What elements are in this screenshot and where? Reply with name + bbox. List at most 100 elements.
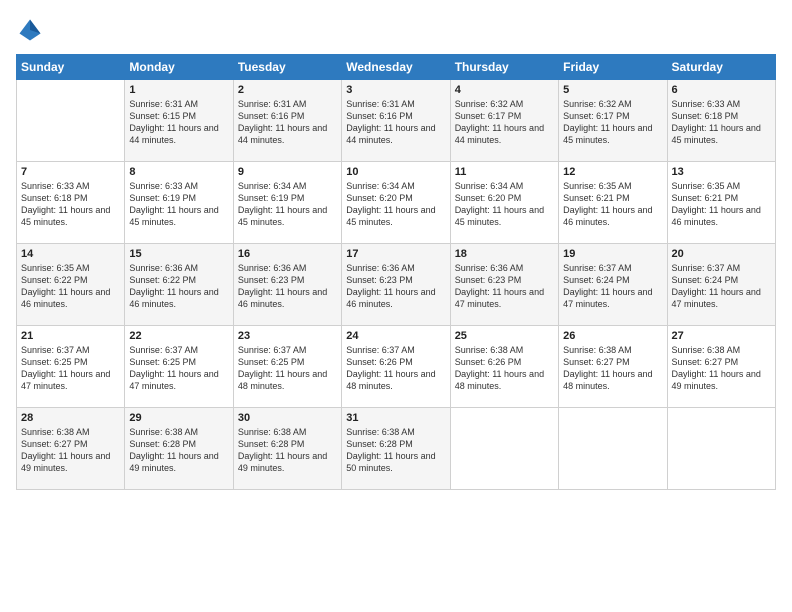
cell-info: Sunrise: 6:37 AM Sunset: 6:25 PM Dayligh…	[238, 344, 337, 393]
cell-info: Sunrise: 6:38 AM Sunset: 6:27 PM Dayligh…	[563, 344, 662, 393]
header	[16, 16, 776, 44]
cell-info: Sunrise: 6:35 AM Sunset: 6:21 PM Dayligh…	[672, 180, 771, 229]
page: SundayMondayTuesdayWednesdayThursdayFrid…	[0, 0, 792, 612]
day-number: 4	[455, 84, 554, 96]
calendar-cell: 12Sunrise: 6:35 AM Sunset: 6:21 PM Dayli…	[559, 162, 667, 244]
day-number: 13	[672, 166, 771, 178]
calendar-cell: 14 Sunrise: 6:35 AM Sunset: 6:22 PM Dayli…	[17, 244, 125, 326]
calendar-cell: 8 Sunrise: 6:33 AM Sunset: 6:19 PM Daylig…	[125, 162, 233, 244]
day-number: 25	[455, 330, 554, 342]
day-number: 15	[129, 248, 228, 260]
cell-info: Sunrise: 6:36 AM Sunset: 6:23 PM Dayligh…	[455, 262, 554, 311]
cell-info: Sunrise: 6:32 AM Sunset: 6:17 PM Dayligh…	[563, 98, 662, 147]
cell-info: Sunrise: 6:33 AM Sunset: 6:18 PM Dayligh…	[672, 98, 771, 147]
cell-info: Sunrise: 6:38 AM Sunset: 6:28 PM Dayligh…	[129, 426, 228, 475]
day-number: 29	[129, 412, 228, 424]
day-number: 5	[563, 84, 662, 96]
calendar-cell: 25Sunrise: 6:38 AM Sunset: 6:26 PM Dayli…	[450, 326, 558, 408]
calendar-cell	[667, 408, 775, 490]
calendar-cell: 24 Sunrise: 6:37 AM Sunset: 6:26 PM Dayli…	[342, 326, 450, 408]
day-number: 2	[238, 84, 337, 96]
calendar-cell: 10 Sunrise: 6:34 AM Sunset: 6:20 PM Dayli…	[342, 162, 450, 244]
cell-info: Sunrise: 6:37 AM Sunset: 6:26 PM Dayligh…	[346, 344, 445, 393]
cell-info: Sunrise: 6:36 AM Sunset: 6:23 PM Dayligh…	[346, 262, 445, 311]
calendar-cell: 26Sunrise: 6:38 AM Sunset: 6:27 PM Dayli…	[559, 326, 667, 408]
calendar-cell: 2 Sunrise: 6:31 AM Sunset: 6:16 PM Daylig…	[233, 80, 341, 162]
day-number: 6	[672, 84, 771, 96]
weekday-header-monday: Monday	[125, 55, 233, 80]
cell-info: Sunrise: 6:34 AM Sunset: 6:20 PM Dayligh…	[346, 180, 445, 229]
calendar-cell: 27 Sunrise: 6:38 AM Sunset: 6:27 PM Dayli…	[667, 326, 775, 408]
calendar-cell	[559, 408, 667, 490]
day-number: 7	[21, 166, 120, 178]
cell-info: Sunrise: 6:33 AM Sunset: 6:18 PM Dayligh…	[21, 180, 120, 229]
day-number: 9	[238, 166, 337, 178]
calendar-cell: 1 Sunrise: 6:31 AM Sunset: 6:15 PM Daylig…	[125, 80, 233, 162]
calendar-cell: 15 Sunrise: 6:36 AM Sunset: 6:22 PM Dayli…	[125, 244, 233, 326]
day-number: 23	[238, 330, 337, 342]
cell-info: Sunrise: 6:38 AM Sunset: 6:27 PM Dayligh…	[21, 426, 120, 475]
weekday-header-sunday: Sunday	[17, 55, 125, 80]
day-number: 16	[238, 248, 337, 260]
day-number: 18	[455, 248, 554, 260]
day-number: 11	[455, 166, 554, 178]
calendar-cell: 22 Sunrise: 6:37 AM Sunset: 6:25 PM Dayli…	[125, 326, 233, 408]
cell-info: Sunrise: 6:36 AM Sunset: 6:23 PM Dayligh…	[238, 262, 337, 311]
day-number: 21	[21, 330, 120, 342]
day-number: 30	[238, 412, 337, 424]
calendar-cell: 4 Sunrise: 6:32 AM Sunset: 6:17 PM Daylig…	[450, 80, 558, 162]
calendar-cell: 21Sunrise: 6:37 AM Sunset: 6:25 PM Dayli…	[17, 326, 125, 408]
calendar-cell: 20Sunrise: 6:37 AM Sunset: 6:24 PM Dayli…	[667, 244, 775, 326]
day-number: 1	[129, 84, 228, 96]
weekday-header-tuesday: Tuesday	[233, 55, 341, 80]
calendar-cell: 13 Sunrise: 6:35 AM Sunset: 6:21 PM Dayli…	[667, 162, 775, 244]
cell-info: Sunrise: 6:36 AM Sunset: 6:22 PM Dayligh…	[129, 262, 228, 311]
day-number: 10	[346, 166, 445, 178]
cell-info: Sunrise: 6:37 AM Sunset: 6:24 PM Dayligh…	[563, 262, 662, 311]
calendar-cell: 30 Sunrise: 6:38 AM Sunset: 6:28 PM Dayli…	[233, 408, 341, 490]
calendar-cell: 23 Sunrise: 6:37 AM Sunset: 6:25 PM Dayli…	[233, 326, 341, 408]
day-number: 14	[21, 248, 120, 260]
calendar-cell	[17, 80, 125, 162]
cell-info: Sunrise: 6:35 AM Sunset: 6:21 PM Dayligh…	[563, 180, 662, 229]
cell-info: Sunrise: 6:31 AM Sunset: 6:15 PM Dayligh…	[129, 98, 228, 147]
day-number: 17	[346, 248, 445, 260]
calendar-cell: 19 Sunrise: 6:37 AM Sunset: 6:24 PM Dayli…	[559, 244, 667, 326]
calendar-cell: 7 Sunrise: 6:33 AM Sunset: 6:18 PM Daylig…	[17, 162, 125, 244]
day-number: 22	[129, 330, 228, 342]
cell-info: Sunrise: 6:32 AM Sunset: 6:17 PM Dayligh…	[455, 98, 554, 147]
weekday-header-thursday: Thursday	[450, 55, 558, 80]
cell-info: Sunrise: 6:35 AM Sunset: 6:22 PM Dayligh…	[21, 262, 120, 311]
logo-icon	[16, 16, 44, 44]
calendar-cell: 29 Sunrise: 6:38 AM Sunset: 6:28 PM Dayli…	[125, 408, 233, 490]
cell-info: Sunrise: 6:38 AM Sunset: 6:28 PM Dayligh…	[238, 426, 337, 475]
calendar-cell: 31 Sunrise: 6:38 AM Sunset: 6:28 PM Dayli…	[342, 408, 450, 490]
logo	[16, 16, 48, 44]
day-number: 31	[346, 412, 445, 424]
day-number: 19	[563, 248, 662, 260]
cell-info: Sunrise: 6:31 AM Sunset: 6:16 PM Dayligh…	[346, 98, 445, 147]
calendar-cell: 18 Sunrise: 6:36 AM Sunset: 6:23 PM Dayli…	[450, 244, 558, 326]
weekday-header-friday: Friday	[559, 55, 667, 80]
cell-info: Sunrise: 6:31 AM Sunset: 6:16 PM Dayligh…	[238, 98, 337, 147]
calendar-cell: 17 Sunrise: 6:36 AM Sunset: 6:23 PM Dayli…	[342, 244, 450, 326]
day-number: 28	[21, 412, 120, 424]
calendar-cell: 9 Sunrise: 6:34 AM Sunset: 6:19 PM Daylig…	[233, 162, 341, 244]
cell-info: Sunrise: 6:38 AM Sunset: 6:28 PM Dayligh…	[346, 426, 445, 475]
calendar-cell: 16 Sunrise: 6:36 AM Sunset: 6:23 PM Dayli…	[233, 244, 341, 326]
day-number: 8	[129, 166, 228, 178]
cell-info: Sunrise: 6:37 AM Sunset: 6:24 PM Dayligh…	[672, 262, 771, 311]
cell-info: Sunrise: 6:37 AM Sunset: 6:25 PM Dayligh…	[129, 344, 228, 393]
day-number: 3	[346, 84, 445, 96]
cell-info: Sunrise: 6:33 AM Sunset: 6:19 PM Dayligh…	[129, 180, 228, 229]
calendar-table: SundayMondayTuesdayWednesdayThursdayFrid…	[16, 54, 776, 490]
cell-info: Sunrise: 6:34 AM Sunset: 6:19 PM Dayligh…	[238, 180, 337, 229]
day-number: 27	[672, 330, 771, 342]
cell-info: Sunrise: 6:38 AM Sunset: 6:27 PM Dayligh…	[672, 344, 771, 393]
calendar-cell	[450, 408, 558, 490]
calendar-cell: 11Sunrise: 6:34 AM Sunset: 6:20 PM Dayli…	[450, 162, 558, 244]
day-number: 24	[346, 330, 445, 342]
weekday-header-wednesday: Wednesday	[342, 55, 450, 80]
calendar-cell: 6 Sunrise: 6:33 AM Sunset: 6:18 PM Daylig…	[667, 80, 775, 162]
calendar-cell: 5 Sunrise: 6:32 AM Sunset: 6:17 PM Daylig…	[559, 80, 667, 162]
